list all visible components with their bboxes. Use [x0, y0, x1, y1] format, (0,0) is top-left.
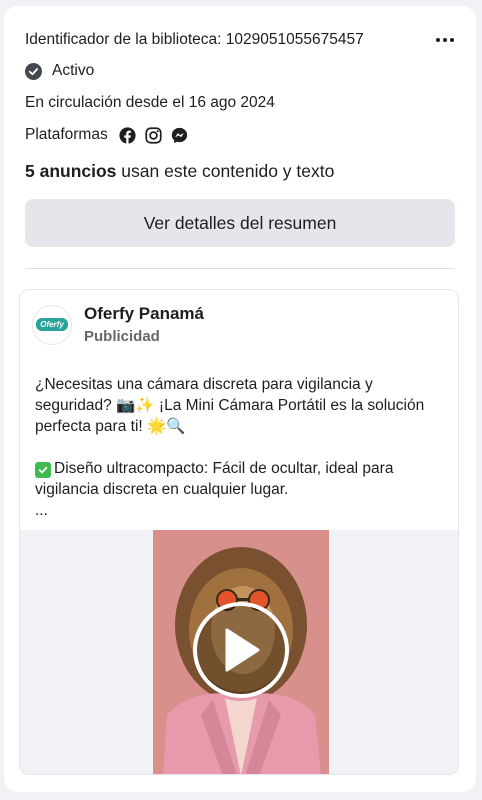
ads-count-bold: 5 anuncios: [25, 161, 117, 181]
status-row: Activo: [25, 62, 94, 80]
more-dot-icon: [443, 38, 447, 42]
circulation-date: En circulación desde el 16 ago 2024: [25, 94, 275, 111]
library-id-row: Identificador de la biblioteca: 10290510…: [25, 30, 458, 50]
ads-count-rest: usan este contenido y texto: [116, 161, 335, 181]
messenger-icon: [171, 127, 188, 144]
ad-body-text: ¿Necesitas una cámara discreta para vigi…: [35, 374, 444, 521]
library-id-text: Identificador de la biblioteca: 10290510…: [25, 31, 364, 48]
active-check-icon: [25, 62, 42, 80]
ads-count-text: 5 anuncios usan este contenido y texto: [25, 161, 334, 182]
ad-header: Oferfy Oferfy Panamá Publicidad: [32, 304, 204, 345]
divider: [25, 268, 455, 269]
platforms-label: Plataformas: [25, 126, 108, 143]
status-label: Activo: [52, 62, 95, 79]
more-dot-icon: [436, 38, 440, 42]
play-icon: [225, 628, 260, 672]
avatar[interactable]: Oferfy: [32, 304, 72, 345]
oferfy-logo: Oferfy: [36, 318, 68, 331]
ad-text-paragraph-2-text: Diseño ultracompacto: Fácil de ocultar, …: [35, 460, 394, 498]
video-thumbnail[interactable]: [153, 530, 329, 774]
platforms-row: Plataformas: [25, 126, 188, 144]
ad-text-paragraph-1: ¿Necesitas una cámara discreta para vigi…: [35, 376, 425, 435]
ad-text-paragraph-2: Diseño ultracompacto: Fácil de ocultar, …: [35, 458, 444, 500]
play-button[interactable]: [193, 602, 289, 698]
more-options-button[interactable]: [432, 30, 458, 50]
facebook-icon: [119, 126, 136, 144]
green-check-icon: [35, 462, 51, 478]
ad-preview-card: Oferfy Oferfy Panamá Publicidad ¿Necesit…: [19, 289, 459, 775]
sponsored-label: Publicidad: [84, 328, 160, 345]
ad-library-card: Identificador de la biblioteca: 10290510…: [4, 6, 476, 792]
more-dot-icon: [450, 38, 454, 42]
page-name-link[interactable]: Oferfy Panamá: [84, 304, 204, 324]
see-more-ellipsis[interactable]: ...: [35, 500, 444, 521]
ad-media: [20, 530, 458, 774]
see-summary-details-button[interactable]: Ver detalles del resumen: [25, 199, 455, 247]
instagram-icon: [145, 126, 162, 144]
